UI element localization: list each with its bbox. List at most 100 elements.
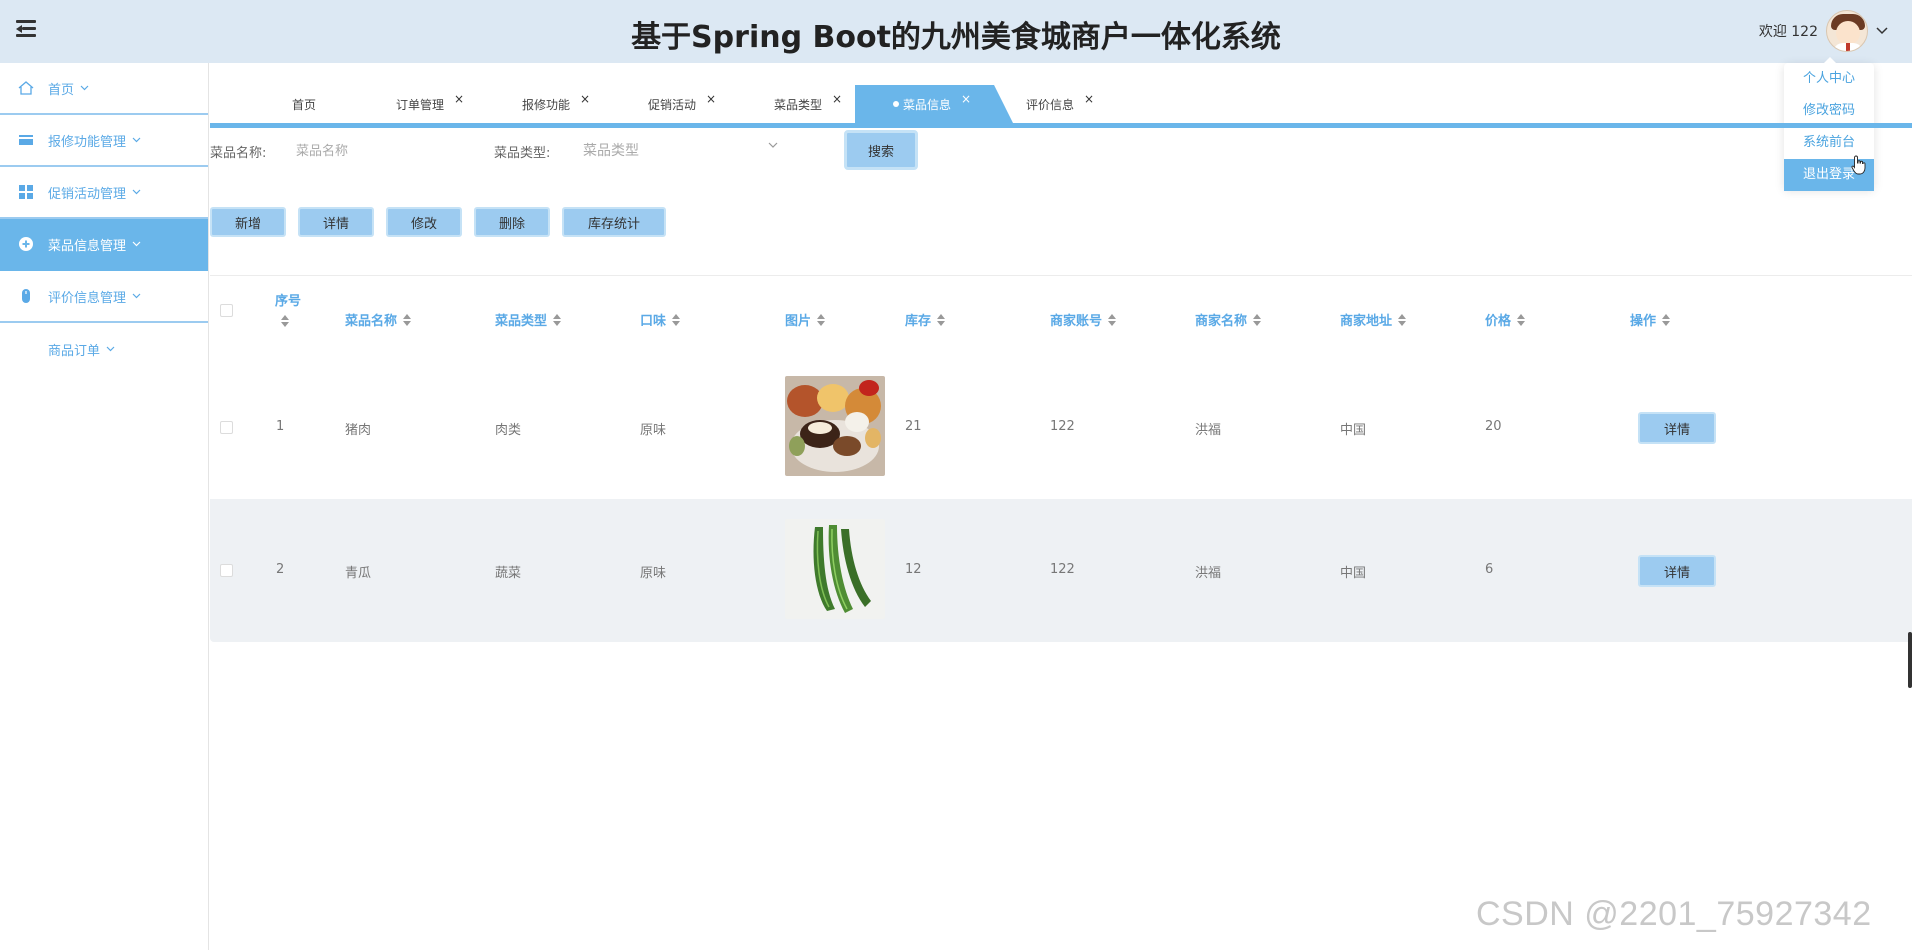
- row-detail-button[interactable]: 详情: [1638, 412, 1716, 444]
- sort-icon[interactable]: [281, 315, 289, 327]
- chevron-down-icon[interactable]: [1876, 27, 1888, 35]
- column-header-address[interactable]: 商家地址: [1340, 310, 1407, 329]
- column-header-index[interactable]: 序号: [275, 290, 301, 327]
- tab-label: 评价信息: [1026, 97, 1075, 112]
- close-icon[interactable]: ×: [961, 92, 971, 106]
- row-detail-button[interactable]: 详情: [1638, 555, 1716, 587]
- cell-address: 中国: [1340, 423, 1367, 438]
- tab-order-management[interactable]: 订单管理 ×: [396, 85, 464, 123]
- edit-button[interactable]: 修改: [386, 207, 462, 237]
- cell-price: 6: [1485, 562, 1494, 577]
- column-header-name[interactable]: 菜品名称: [345, 310, 412, 329]
- cell-flavor: 原味: [640, 566, 667, 581]
- row-checkbox[interactable]: [220, 564, 233, 577]
- sort-icon[interactable]: [672, 313, 681, 326]
- close-icon[interactable]: ×: [1084, 92, 1094, 106]
- sidebar-item-label: 菜品信息管理: [48, 238, 127, 254]
- cell-index: 1: [276, 419, 285, 434]
- row-checkbox[interactable]: [220, 421, 233, 434]
- sort-icon[interactable]: [817, 313, 826, 326]
- cucumber-image[interactable]: [785, 519, 885, 619]
- delete-button[interactable]: 删除: [474, 207, 550, 237]
- sidebar-item-review[interactable]: 评价信息管理: [0, 271, 208, 323]
- chevron-down-icon: [132, 241, 141, 247]
- sort-icon[interactable]: [403, 313, 412, 326]
- table-header: 序号 菜品名称 菜品类型 口味 图片 库存 商家账号 商家名称 商家地址 价格 …: [210, 276, 1912, 356]
- search-button[interactable]: 搜索: [844, 130, 918, 170]
- chevron-down-icon: [132, 137, 141, 143]
- column-header-merchant[interactable]: 商家名称: [1195, 310, 1262, 329]
- plus-circle-icon: [19, 237, 33, 251]
- cell-account: 122: [1050, 419, 1075, 434]
- tab-repair[interactable]: 报修功能 ×: [522, 85, 590, 123]
- dish-type-label: 菜品类型:: [494, 146, 551, 161]
- dish-table: 序号 菜品名称 菜品类型 口味 图片 库存 商家账号 商家名称 商家地址 价格 …: [210, 276, 1912, 642]
- welcome-text: 欢迎 122: [1758, 24, 1818, 40]
- user-avatar-icon[interactable]: [1826, 10, 1868, 52]
- sort-icon[interactable]: [1253, 313, 1262, 326]
- sort-icon[interactable]: [1108, 313, 1117, 326]
- stock-stats-button[interactable]: 库存统计: [562, 207, 666, 237]
- column-header-type[interactable]: 菜品类型: [495, 310, 562, 329]
- dish-name-input[interactable]: [296, 138, 476, 164]
- column-header-operation[interactable]: 操作: [1630, 310, 1671, 329]
- table-row[interactable]: 2 青瓜 蔬菜 原味 12 122 洪福 中国 6 详情: [210, 499, 1912, 642]
- add-button[interactable]: 新增: [210, 207, 286, 237]
- top-header: 基于Spring Boot的九州美食城商户一体化系统 欢迎 122: [0, 0, 1912, 63]
- close-icon[interactable]: ×: [832, 92, 842, 106]
- cell-address: 中国: [1340, 566, 1367, 581]
- table-row[interactable]: 1 猪肉 肉类 原味 21 122 洪福 中国 20 详情: [210, 356, 1912, 499]
- select-all-checkbox[interactable]: [220, 304, 233, 317]
- detail-button[interactable]: 详情: [298, 207, 374, 237]
- scrollbar-thumb[interactable]: [1908, 632, 1912, 688]
- column-header-flavor[interactable]: 口味: [640, 310, 681, 329]
- close-icon[interactable]: ×: [706, 92, 716, 106]
- tab-promotion[interactable]: 促销活动 ×: [648, 85, 716, 123]
- cake-dessert-image[interactable]: [785, 376, 885, 476]
- tab-dish-type[interactable]: 菜品类型 ×: [774, 85, 842, 123]
- sidebar-item-label: 评价信息管理: [48, 290, 127, 306]
- cell-name: 猪肉: [345, 423, 372, 438]
- sidebar-item-promotion[interactable]: 促销活动管理: [0, 167, 208, 219]
- tab-label: 首页: [292, 97, 317, 112]
- sidebar-item-dish-info[interactable]: 菜品信息管理: [0, 219, 208, 271]
- watermark-text: CSDN @2201_75927342: [1476, 895, 1872, 933]
- column-header-image[interactable]: 图片: [785, 310, 826, 329]
- sidebar-item-repair[interactable]: 报修功能管理: [0, 115, 208, 167]
- tab-review[interactable]: 评价信息 ×: [1026, 85, 1094, 123]
- chevron-down-icon[interactable]: [768, 142, 778, 148]
- sort-icon[interactable]: [937, 313, 946, 326]
- sort-icon[interactable]: [553, 313, 562, 326]
- sidebar-item-label: 促销活动管理: [48, 186, 127, 202]
- chevron-down-icon: [80, 85, 89, 91]
- cell-flavor: 原味: [640, 423, 667, 438]
- column-header-account[interactable]: 商家账号: [1050, 310, 1117, 329]
- home-icon: [18, 81, 34, 95]
- tab-underline: [210, 123, 1912, 128]
- tab-label: 菜品信息: [903, 97, 952, 112]
- column-header-price[interactable]: 价格: [1485, 310, 1526, 329]
- user-area[interactable]: 欢迎 122: [1759, 10, 1888, 52]
- cell-account: 122: [1050, 562, 1075, 577]
- chevron-down-icon: [132, 293, 141, 299]
- sidebar: 首页 报修功能管理 促销活动管理 菜品信息管理 评价信息管理 商品订单: [0, 63, 209, 950]
- sidebar-item-label: 商品订单: [48, 343, 101, 359]
- sidebar-item-label: 首页: [48, 82, 75, 98]
- sort-icon[interactable]: [1398, 313, 1407, 326]
- close-icon[interactable]: ×: [454, 92, 464, 106]
- sidebar-item-home[interactable]: 首页: [0, 63, 208, 115]
- column-header-stock[interactable]: 库存: [905, 310, 946, 329]
- cell-merchant: 洪福: [1195, 566, 1222, 581]
- active-dot-icon: [893, 101, 899, 107]
- tab-dish-info[interactable]: 菜品信息 ×: [855, 85, 1013, 123]
- sort-icon[interactable]: [1517, 313, 1526, 326]
- chevron-down-icon: [132, 189, 141, 195]
- cell-merchant: 洪福: [1195, 423, 1222, 438]
- tab-home[interactable]: 首页: [292, 85, 316, 123]
- dish-type-select[interactable]: [583, 138, 773, 164]
- tab-label: 菜品类型: [774, 97, 823, 112]
- tab-bar: 首页 订单管理 × 报修功能 × 促销活动 × 菜品类型 × 菜品信息 × 评价…: [210, 85, 1912, 125]
- close-icon[interactable]: ×: [580, 92, 590, 106]
- sort-icon[interactable]: [1662, 313, 1671, 326]
- sidebar-item-product-order[interactable]: 商品订单: [0, 323, 208, 375]
